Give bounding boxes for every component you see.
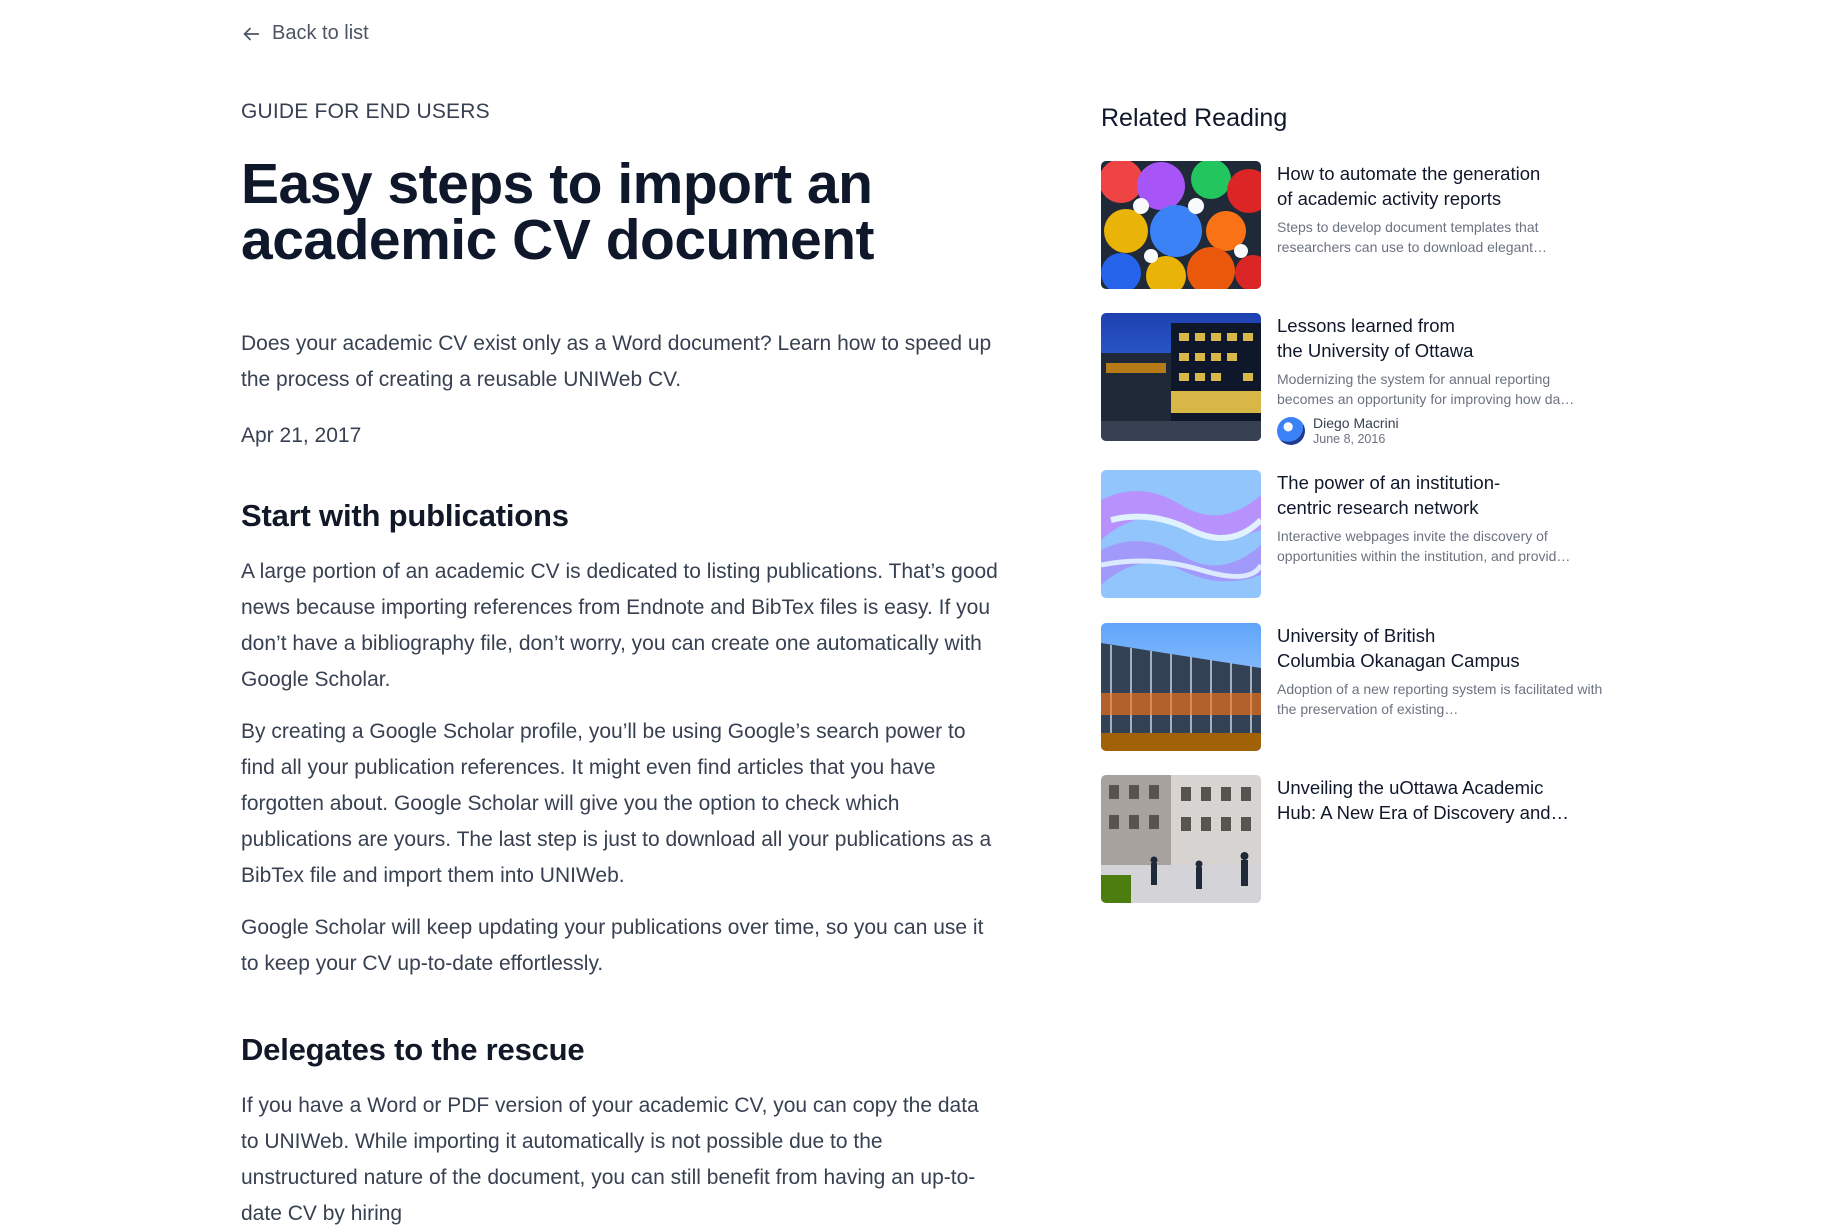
related-card[interactable]: Lessons learned from the University of O… — [1101, 313, 1621, 446]
card-title-line: How to automate the generation — [1277, 163, 1541, 184]
card-title-line: The power of an institution- — [1277, 472, 1501, 493]
paragraph: A large portion of an academic CV is ded… — [241, 560, 998, 691]
related-reading-heading: Related Reading — [1101, 104, 1288, 132]
card-title-line: Hub: A New Era of Discovery and… — [1277, 802, 1570, 823]
uottawa-street-image — [1101, 775, 1261, 903]
card-title-line: University of British — [1277, 625, 1436, 646]
author-date: June 8, 2016 — [1313, 432, 1386, 446]
related-reading-sidebar: Related Reading — [1101, 104, 1621, 133]
card-description: Steps to develop document templates that… — [1277, 219, 1548, 255]
colorful-gears-image — [1101, 161, 1261, 289]
article-title: Easy steps to import an academic CV docu… — [241, 152, 875, 272]
card-author: Diego Macrini June 8, 2016 — [1277, 415, 1607, 447]
related-card[interactable]: How to automate the generation of academ… — [1101, 161, 1621, 289]
section-heading: Delegates to the rescue — [241, 1032, 585, 1067]
author-name: Diego Macrini — [1313, 415, 1399, 431]
card-title-line: centric research network — [1277, 497, 1479, 518]
research-network-image — [1101, 470, 1261, 598]
paragraph: Google Scholar will keep updating your p… — [241, 916, 984, 975]
article-date: Apr 21, 2017 — [241, 424, 362, 447]
arrow-left-icon — [243, 27, 260, 40]
related-card[interactable]: The power of an institution- centric res… — [1101, 470, 1621, 598]
card-title-line: Columbia Okanagan Campus — [1277, 650, 1520, 671]
related-card[interactable]: University of British Columbia Okanagan … — [1101, 623, 1621, 751]
paragraph: If you have a Word or PDF version of you… — [241, 1094, 979, 1225]
card-title-line: Lessons learned from — [1277, 315, 1455, 336]
card-description: Adoption of a new reporting system is fa… — [1277, 681, 1603, 717]
back-to-list-label: Back to list — [272, 22, 369, 44]
card-title-line: the University of Ottawa — [1277, 340, 1474, 361]
avatar — [1277, 417, 1305, 445]
card-description: Modernizing the system for annual report… — [1277, 371, 1575, 407]
card-description: Interactive webpages invite the discover… — [1277, 528, 1571, 564]
paragraph: By creating a Google Scholar profile, yo… — [241, 720, 992, 887]
back-to-list-link[interactable]: Back to list — [240, 22, 369, 45]
section-heading: Start with publications — [241, 498, 569, 533]
related-card[interactable]: Unveiling the uOttawa Academic Hub: A Ne… — [1101, 775, 1621, 903]
article-lede: Does your academic CV exist only as a Wo… — [241, 332, 992, 391]
ubc-campus-image — [1101, 623, 1261, 751]
card-title-line: Unveiling the uOttawa Academic — [1277, 777, 1544, 798]
article-category: GUIDE FOR END USERS — [241, 100, 490, 123]
card-title-line: of academic activity reports — [1277, 188, 1502, 209]
article: GUIDE FOR END USERS Easy steps to import… — [241, 100, 1001, 1232]
ottawa-building-image — [1101, 313, 1261, 441]
